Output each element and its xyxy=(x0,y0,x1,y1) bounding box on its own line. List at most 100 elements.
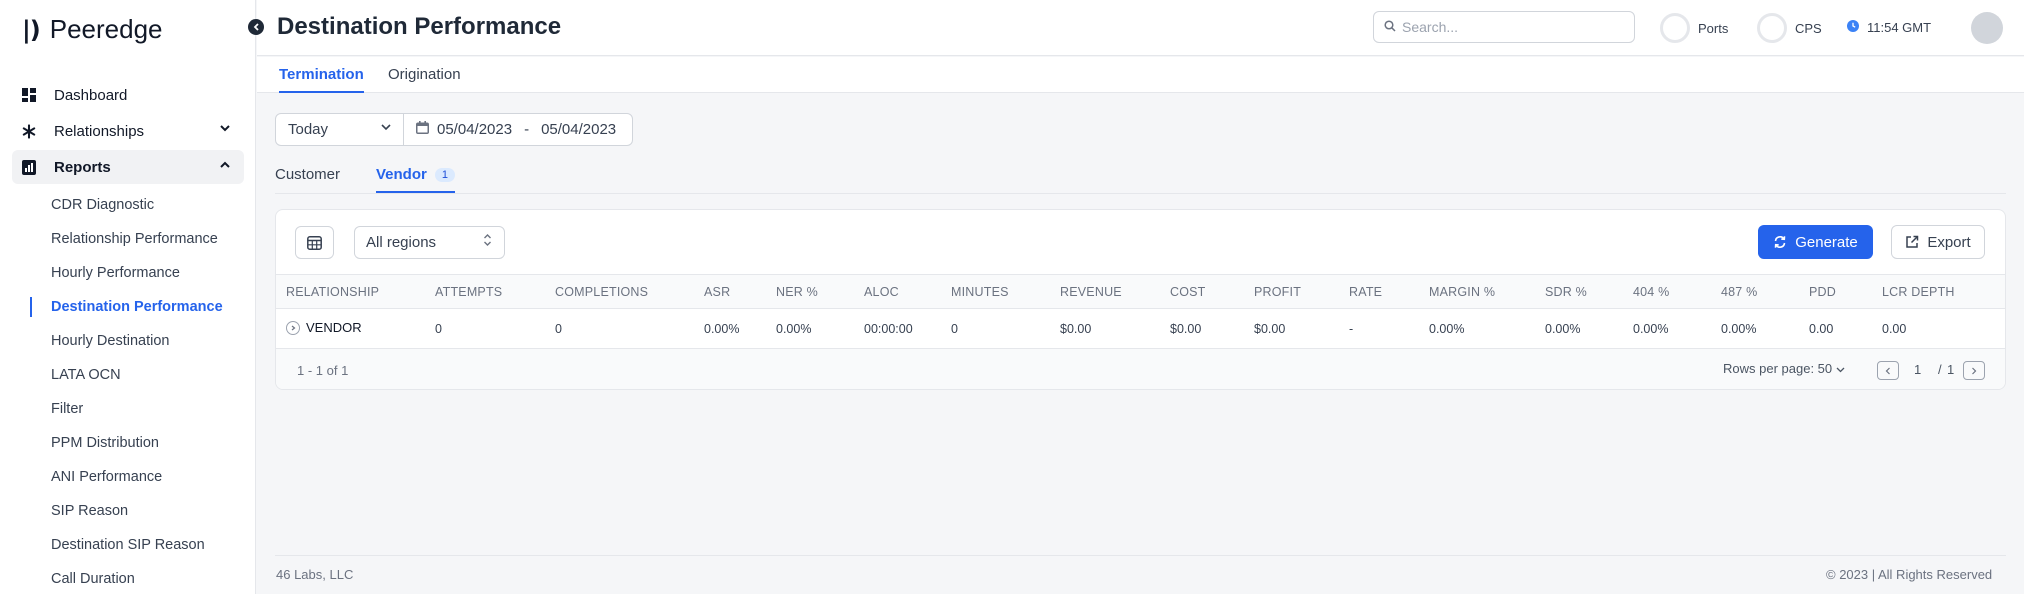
rows-per-page-select[interactable]: Rows per page: 50 xyxy=(1723,361,1845,376)
cps-indicator: CPS xyxy=(1757,13,1822,43)
sidebar-nav: Dashboard Relationships Reports CDR Diag… xyxy=(12,78,244,594)
column-header[interactable]: ASR xyxy=(704,285,730,299)
footer-company: 46 Labs, LLC xyxy=(276,567,354,582)
column-header[interactable]: COMPLETIONS xyxy=(555,285,648,299)
rows-per-page-label: Rows per page: 50 xyxy=(1723,361,1833,376)
sidebar-subitem-hourly-destination[interactable]: Hourly Destination xyxy=(12,324,244,358)
chevron-left-icon xyxy=(1885,367,1890,374)
column-header[interactable]: REVENUE xyxy=(1060,285,1122,299)
date-filter: Today 05/04/2023 - 05/04/2023 xyxy=(275,113,634,146)
subtab-customer[interactable]: Customer xyxy=(275,166,340,191)
export-button[interactable]: Export xyxy=(1891,225,1985,259)
table-cell: $0.00 xyxy=(1254,322,1286,336)
date-range-picker[interactable]: 05/04/2023 - 05/04/2023 xyxy=(404,114,632,145)
sidebar-subitem-destination-performance[interactable]: Destination Performance xyxy=(12,290,244,324)
column-header[interactable]: PROFIT xyxy=(1254,285,1301,299)
table-cell: 0 xyxy=(555,322,562,336)
search-box[interactable] xyxy=(1373,11,1635,43)
table-cell: 0.00 xyxy=(1809,322,1834,336)
column-header[interactable]: NER % xyxy=(776,285,818,299)
table-icon xyxy=(307,235,322,250)
search-icon xyxy=(1384,19,1396,35)
logo[interactable]: |) Peeredge xyxy=(22,14,163,45)
column-header[interactable]: LCR DEPTH xyxy=(1882,285,1955,299)
sidebar-subitem-ani-performance[interactable]: ANI Performance xyxy=(12,460,244,494)
footer-copyright: © 2023 | All Rights Reserved xyxy=(1826,567,1993,582)
subtab-label: Customer xyxy=(275,166,341,183)
subtab-vendor[interactable]: Vendor 1 xyxy=(376,166,455,193)
table-cell: 0.00% xyxy=(1633,322,1669,336)
sidebar-subitem-hourly-performance[interactable]: Hourly Performance xyxy=(12,256,244,290)
next-page-button[interactable] xyxy=(1963,361,1985,380)
sidebar-subitem-call-duration[interactable]: Call Duration xyxy=(12,562,244,594)
subtab-label: Vendor xyxy=(376,166,427,183)
sidebar-subitem-destination-sip-reason[interactable]: Destination SIP Reason xyxy=(12,528,244,562)
column-header[interactable]: ATTEMPTS xyxy=(435,285,502,299)
table-header: RELATIONSHIP ATTEMPTS COMPLETIONS ASR NE… xyxy=(276,274,2005,309)
avatar[interactable] xyxy=(1971,12,2003,44)
table-view-button[interactable] xyxy=(295,226,334,259)
cell-value: VENDOR xyxy=(306,320,362,335)
reports-submenu: CDR Diagnostic Relationship Performance … xyxy=(12,188,244,594)
table-row[interactable]: VENDOR 0 0 0.00% 0.00% 00:00:00 0 $0.00 … xyxy=(276,309,2005,349)
sidebar-subitem-sip-reason[interactable]: SIP Reason xyxy=(12,494,244,528)
column-header[interactable]: SDR % xyxy=(1545,285,1587,299)
column-header[interactable]: MINUTES xyxy=(951,285,1009,299)
sidebar: |) Peeredge Dashboard Relationships Repo… xyxy=(0,0,256,594)
top-header: Destination Performance Ports CPS 11:54 … xyxy=(257,0,2024,56)
count-badge: 1 xyxy=(434,167,455,182)
total-pages: 1 xyxy=(1947,362,1955,377)
collapse-sidebar-button[interactable] xyxy=(248,19,264,35)
chevron-up-icon xyxy=(220,159,230,171)
chevron-down-icon xyxy=(1836,367,1845,373)
tab-termination[interactable]: Termination xyxy=(279,66,364,93)
export-label: Export xyxy=(1927,233,1971,251)
chevron-left-icon xyxy=(253,23,259,31)
cps-ring xyxy=(1757,13,1787,43)
expand-row-icon[interactable] xyxy=(286,320,300,335)
column-header[interactable]: COST xyxy=(1170,285,1206,299)
column-header[interactable]: MARGIN % xyxy=(1429,285,1495,299)
sidebar-item-reports[interactable]: Reports xyxy=(12,150,244,184)
column-header[interactable]: RELATIONSHIP xyxy=(286,285,379,299)
chevron-down-icon xyxy=(220,123,230,135)
sidebar-item-dashboard[interactable]: Dashboard xyxy=(12,78,244,112)
sidebar-subitem-filter[interactable]: Filter xyxy=(12,392,244,426)
relationship-cell[interactable]: VENDOR xyxy=(286,320,362,335)
period-value: Today xyxy=(288,121,329,138)
logo-mark: |) xyxy=(22,15,41,44)
sidebar-subitem-relationship-performance[interactable]: Relationship Performance xyxy=(12,222,244,256)
current-page: 1 xyxy=(1914,362,1922,377)
region-select[interactable]: All regions xyxy=(354,226,505,259)
table-cell: $0.00 xyxy=(1060,322,1092,336)
table-cell: 0.00% xyxy=(704,322,740,336)
table-cell: 0.00% xyxy=(1545,322,1581,336)
search-input[interactable] xyxy=(1402,19,1622,35)
tab-origination[interactable]: Origination xyxy=(388,66,461,91)
sidebar-subitem-cdr-diagnostic[interactable]: CDR Diagnostic xyxy=(12,188,244,222)
column-header[interactable]: 404 % xyxy=(1633,285,1669,299)
column-header[interactable]: PDD xyxy=(1809,285,1836,299)
date-from: 05/04/2023 xyxy=(437,121,513,138)
table-cell: - xyxy=(1349,322,1354,336)
period-select[interactable]: Today xyxy=(276,114,404,145)
sidebar-subitem-ppm-distribution[interactable]: PPM Distribution xyxy=(12,426,244,460)
date-to: 05/04/2023 xyxy=(541,121,617,138)
sidebar-subitem-lata-ocn[interactable]: LATA OCN xyxy=(12,358,244,392)
prev-page-button[interactable] xyxy=(1877,361,1899,380)
generate-button[interactable]: Generate xyxy=(1758,225,1873,259)
chevron-right-icon xyxy=(1972,367,1977,374)
column-header[interactable]: ALOC xyxy=(864,285,899,299)
page-title: Destination Performance xyxy=(277,13,562,40)
ports-indicator: Ports xyxy=(1660,13,1728,43)
app-name: Peeredge xyxy=(49,14,163,44)
sidebar-item-relationships[interactable]: Relationships xyxy=(12,114,244,148)
ports-ring xyxy=(1660,13,1690,43)
table-cell: $0.00 xyxy=(1170,322,1202,336)
table-cell: 0 xyxy=(951,322,958,336)
dashboard-icon xyxy=(22,88,36,102)
table-cell: 0.00% xyxy=(1429,322,1465,336)
sub-tabs: Customer Vendor 1 xyxy=(275,164,2006,194)
column-header[interactable]: 487 % xyxy=(1721,285,1757,299)
column-header[interactable]: RATE xyxy=(1349,285,1382,299)
